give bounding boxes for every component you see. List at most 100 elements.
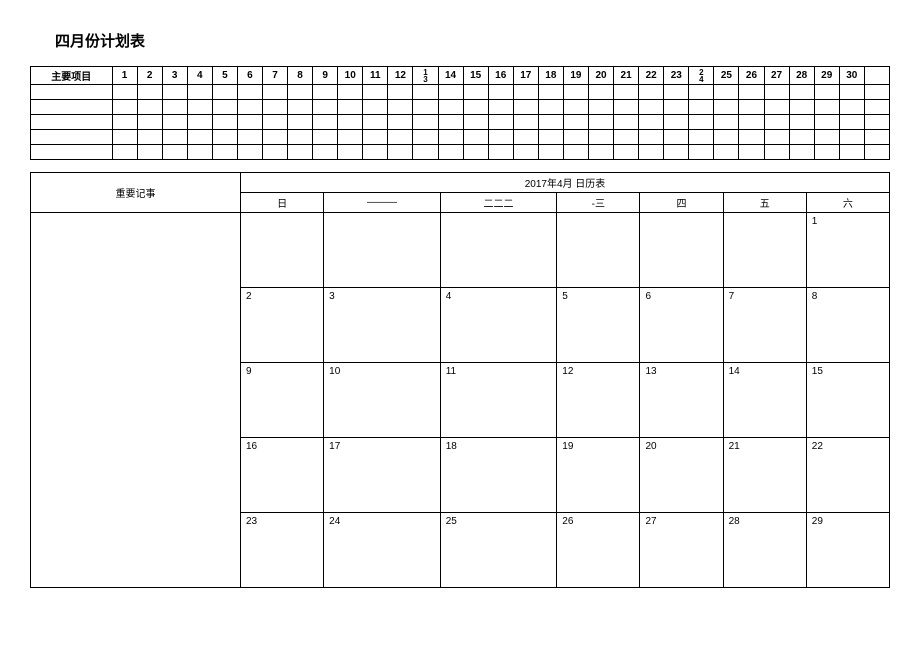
schedule-cell bbox=[789, 145, 814, 160]
schedule-day-header: 7 bbox=[262, 67, 287, 85]
schedule-cell bbox=[488, 85, 513, 100]
schedule-cell bbox=[864, 145, 889, 160]
schedule-day-header: 20 bbox=[588, 67, 613, 85]
schedule-cell bbox=[839, 145, 864, 160]
schedule-cell bbox=[187, 130, 212, 145]
schedule-day-header: 4 bbox=[187, 67, 212, 85]
schedule-cell bbox=[689, 115, 714, 130]
calendar-day-cell bbox=[557, 213, 640, 288]
schedule-cell bbox=[338, 130, 363, 145]
schedule-day-header: 12 bbox=[388, 67, 413, 85]
schedule-cell bbox=[739, 130, 764, 145]
schedule-cell bbox=[614, 100, 639, 115]
schedule-cell bbox=[338, 115, 363, 130]
schedule-day-header: 26 bbox=[739, 67, 764, 85]
calendar-day-cell: 24 bbox=[324, 513, 441, 588]
schedule-cell bbox=[438, 85, 463, 100]
schedule-row-label: 主要项目 bbox=[31, 67, 113, 85]
schedule-cell bbox=[563, 130, 588, 145]
schedule-cell bbox=[588, 130, 613, 145]
schedule-cell bbox=[313, 85, 338, 100]
schedule-cell bbox=[689, 130, 714, 145]
schedule-cell bbox=[614, 115, 639, 130]
notes-body bbox=[31, 213, 241, 588]
schedule-cell bbox=[764, 115, 789, 130]
schedule-cell bbox=[212, 130, 237, 145]
schedule-row bbox=[31, 85, 890, 100]
schedule-cell bbox=[814, 85, 839, 100]
schedule-cell bbox=[714, 130, 739, 145]
schedule-day-header: 18 bbox=[538, 67, 563, 85]
schedule-cell bbox=[288, 100, 313, 115]
schedule-row bbox=[31, 115, 890, 130]
schedule-cell bbox=[237, 85, 262, 100]
schedule-cell bbox=[664, 100, 689, 115]
schedule-day-header: 29 bbox=[814, 67, 839, 85]
schedule-cell bbox=[31, 85, 113, 100]
schedule-day-header: 1 bbox=[112, 67, 137, 85]
schedule-cell bbox=[413, 145, 438, 160]
schedule-day-header: 10 bbox=[338, 67, 363, 85]
schedule-cell bbox=[839, 130, 864, 145]
schedule-day-header: 23 bbox=[664, 67, 689, 85]
schedule-cell bbox=[588, 100, 613, 115]
schedule-cell bbox=[31, 145, 113, 160]
dow-cell: ——— bbox=[324, 193, 441, 213]
schedule-cell bbox=[714, 85, 739, 100]
schedule-cell bbox=[639, 85, 664, 100]
schedule-cell bbox=[764, 100, 789, 115]
calendar-day-cell: 29 bbox=[806, 513, 889, 588]
calendar-day-cell: 5 bbox=[557, 288, 640, 363]
calendar-day-cell: 19 bbox=[557, 438, 640, 513]
schedule-cell bbox=[288, 145, 313, 160]
schedule-cell bbox=[563, 85, 588, 100]
schedule-cell bbox=[313, 130, 338, 145]
schedule-day-header: 15 bbox=[463, 67, 488, 85]
schedule-cell bbox=[388, 100, 413, 115]
schedule-cell bbox=[363, 100, 388, 115]
schedule-cell bbox=[538, 85, 563, 100]
calendar-day-cell: 22 bbox=[806, 438, 889, 513]
calendar-day-cell: 8 bbox=[806, 288, 889, 363]
schedule-cell bbox=[212, 100, 237, 115]
schedule-cell bbox=[413, 100, 438, 115]
schedule-cell bbox=[839, 85, 864, 100]
schedule-day-header: 24 bbox=[689, 67, 714, 85]
schedule-cell bbox=[463, 130, 488, 145]
schedule-cell bbox=[288, 85, 313, 100]
schedule-cell bbox=[714, 100, 739, 115]
calendar-day-cell: 10 bbox=[324, 363, 441, 438]
schedule-day-header: 3 bbox=[162, 67, 187, 85]
schedule-cell bbox=[212, 85, 237, 100]
schedule-day-header-empty bbox=[864, 67, 889, 85]
schedule-cell bbox=[839, 100, 864, 115]
schedule-cell bbox=[262, 130, 287, 145]
schedule-day-header: 25 bbox=[714, 67, 739, 85]
schedule-cell bbox=[363, 85, 388, 100]
schedule-cell bbox=[388, 85, 413, 100]
calendar-day-cell: 25 bbox=[440, 513, 557, 588]
calendar-day-cell: 7 bbox=[723, 288, 806, 363]
schedule-row bbox=[31, 100, 890, 115]
calendar-day-cell: 21 bbox=[723, 438, 806, 513]
schedule-cell bbox=[789, 85, 814, 100]
schedule-day-header: 17 bbox=[513, 67, 538, 85]
schedule-cell bbox=[438, 130, 463, 145]
schedule-cell bbox=[262, 100, 287, 115]
schedule-cell bbox=[513, 85, 538, 100]
schedule-cell bbox=[513, 145, 538, 160]
schedule-day-header: 22 bbox=[639, 67, 664, 85]
schedule-day-header: 28 bbox=[789, 67, 814, 85]
schedule-day-header: 21 bbox=[614, 67, 639, 85]
schedule-cell bbox=[588, 85, 613, 100]
calendar-day-cell: 26 bbox=[557, 513, 640, 588]
dow-cell: 五 bbox=[723, 193, 806, 213]
schedule-cell bbox=[789, 100, 814, 115]
schedule-cell bbox=[438, 115, 463, 130]
calendar-week-row: 1 bbox=[31, 213, 890, 288]
calendar-day-cell: 2 bbox=[241, 288, 324, 363]
schedule-row bbox=[31, 130, 890, 145]
calendar-day-cell bbox=[640, 213, 723, 288]
schedule-cell bbox=[563, 115, 588, 130]
schedule-cell bbox=[187, 145, 212, 160]
